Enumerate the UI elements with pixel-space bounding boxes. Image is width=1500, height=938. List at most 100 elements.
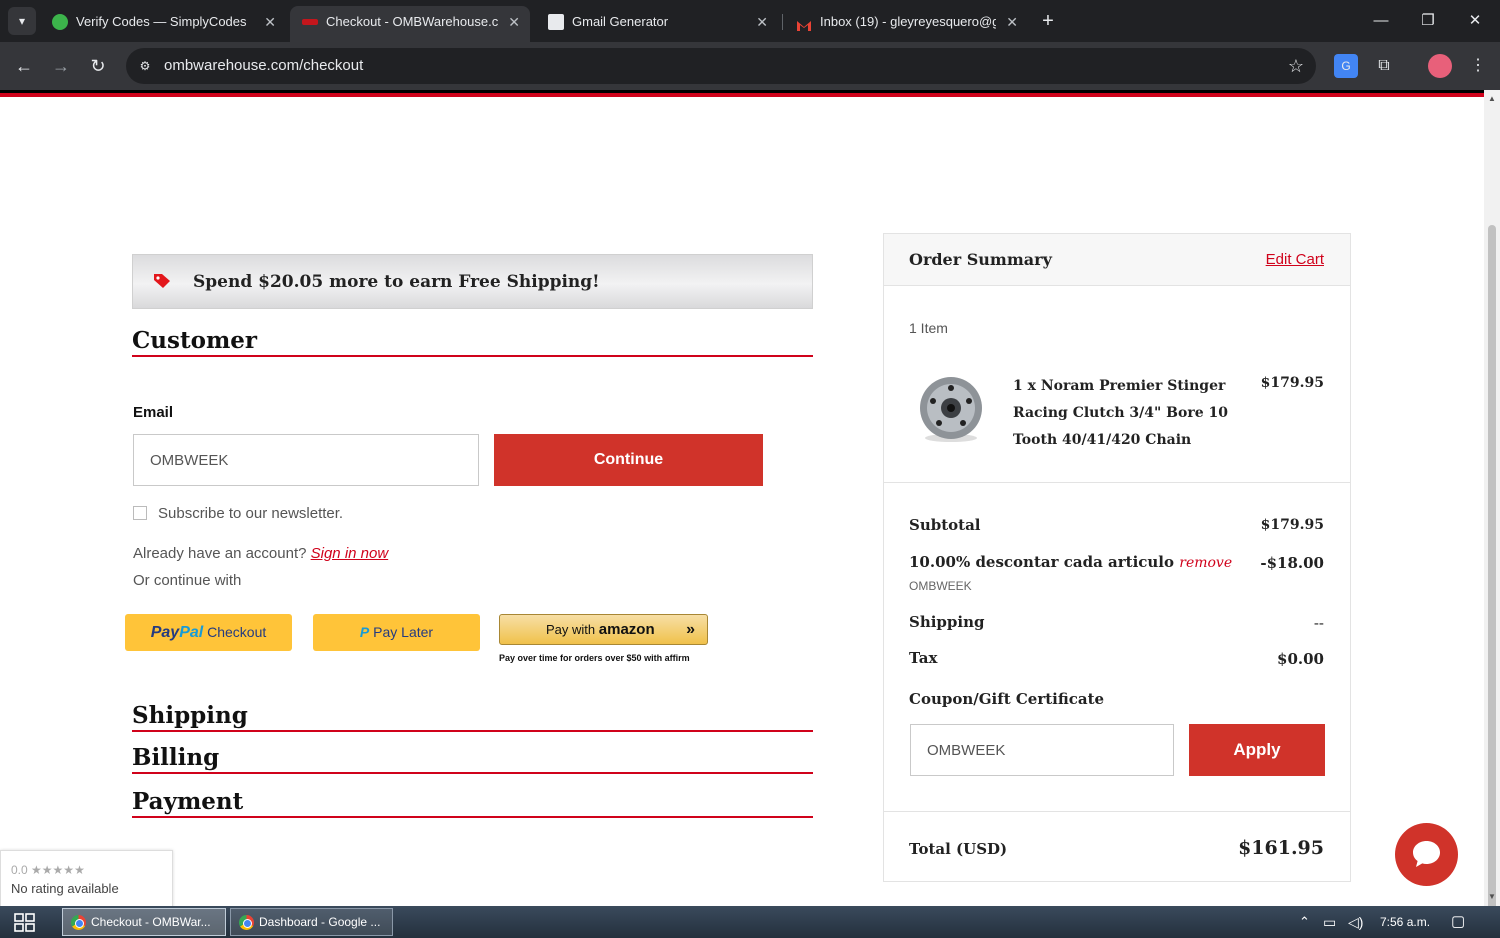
gmail-generator-icon: [548, 14, 564, 30]
address-bar[interactable]: ⚙ ombwarehouse.com/checkout ☆: [126, 48, 1316, 84]
tab-title: Verify Codes — SimplyCodes: [76, 14, 247, 29]
chrome-icon: [71, 915, 86, 930]
email-label: Email: [133, 404, 174, 421]
discount-label: 10.00% descontar cada articulo: [909, 553, 1175, 571]
start-grid-icon[interactable]: [14, 913, 36, 933]
item-count: 1 Item: [909, 320, 948, 336]
tax-value: $0.00: [1277, 650, 1324, 668]
profile-avatar[interactable]: [1428, 54, 1452, 78]
volume-icon[interactable]: ◁): [1348, 906, 1363, 938]
extensions-puzzle-icon[interactable]: ⧉: [1372, 54, 1396, 78]
notifications-icon[interactable]: ▢: [1451, 906, 1465, 938]
apply-coupon-button[interactable]: Apply: [1189, 724, 1325, 776]
rating-text: No rating available: [11, 881, 119, 896]
chat-bubble-icon: [1413, 841, 1440, 867]
shipping-value: --: [1313, 614, 1324, 632]
account-prompt-text: Already have an account?: [133, 545, 307, 562]
total-value: $161.95: [1238, 837, 1324, 859]
double-chevron-icon: »: [686, 621, 695, 638]
amazon-pay-button[interactable]: Pay with amazon »: [499, 614, 708, 645]
customer-section-title: Customer: [132, 327, 813, 357]
page-scrollbar[interactable]: ▲ ▼: [1484, 90, 1500, 935]
free-shipping-text: Spend $20.05 more to earn Free Shipping!: [193, 272, 600, 292]
show-hidden-icons-chevron-icon[interactable]: ⌃: [1299, 906, 1310, 938]
chrome-icon: [239, 915, 254, 930]
taskbar-item-dashboard[interactable]: Dashboard - Google ...: [230, 908, 393, 936]
tab-search-button[interactable]: ▾: [8, 7, 36, 35]
rating-stars-icon: ★★★★★: [31, 863, 85, 877]
tab-gmail-generator[interactable]: Gmail Generator ✕: [536, 6, 778, 42]
discount-remove-link[interactable]: remove: [1179, 555, 1232, 571]
close-window-button[interactable]: ✕: [1452, 0, 1498, 42]
browser-tab-bar: ▾ Verify Codes — SimplyCodes ✕ Checkout …: [0, 0, 1500, 42]
price-tag-icon: [153, 273, 171, 289]
tab-gmail-inbox[interactable]: Inbox (19) - gleyreyesquero@gmail.com ✕: [784, 6, 1028, 42]
bookmark-star-icon[interactable]: ☆: [1288, 48, 1304, 84]
affirm-note: Pay over time for orders over $50 with a…: [499, 653, 690, 663]
system-clock[interactable]: 7:56 a.m.: [1380, 906, 1430, 938]
edit-cart-link[interactable]: Edit Cart: [1266, 251, 1324, 268]
back-button[interactable]: ←: [12, 54, 36, 78]
newsletter-label[interactable]: Subscribe to our newsletter.: [158, 505, 343, 522]
paypal-pay-later-button[interactable]: P Pay Later: [313, 614, 480, 651]
order-summary-header: Order Summary Edit Cart: [884, 234, 1350, 286]
google-translate-icon[interactable]: G: [1334, 54, 1358, 78]
forward-button[interactable]: →: [49, 54, 73, 78]
paypal-p-icon: P: [359, 624, 370, 640]
tab-title: Checkout - OMBWarehouse.com: [326, 14, 498, 29]
coupon-field[interactable]: [910, 724, 1174, 776]
rating-score: 0.0: [11, 863, 28, 877]
email-field[interactable]: [133, 434, 479, 486]
amazon-logo: amazon: [598, 621, 655, 638]
rating-widget[interactable]: 0.0 ★★★★★ No rating available: [0, 850, 173, 908]
site-info-icon[interactable]: ⚙: [136, 57, 154, 75]
product-name: 1 x Noram Premier Stinger Racing Clutch …: [1013, 373, 1228, 454]
rating-score-row: 0.0 ★★★★★: [11, 863, 85, 877]
taskbar-item-checkout[interactable]: Checkout - OMBWar...: [62, 908, 226, 936]
order-summary-title: Order Summary: [909, 250, 1052, 269]
divider: [884, 811, 1350, 812]
sign-in-link[interactable]: Sign in now: [311, 545, 389, 562]
account-prompt: Already have an account? Sign in now: [133, 545, 388, 562]
paypal-logo-pay: Pay: [150, 624, 180, 641]
scroll-up-arrow-icon[interactable]: ▲: [1484, 92, 1500, 106]
billing-section-title[interactable]: Billing: [132, 744, 813, 774]
minimize-button[interactable]: —: [1358, 0, 1404, 42]
new-tab-button[interactable]: +: [1036, 7, 1060, 35]
restore-button[interactable]: ❐: [1405, 0, 1451, 42]
close-icon[interactable]: ✕: [508, 6, 520, 38]
tab-checkout[interactable]: Checkout - OMBWarehouse.com ✕: [290, 6, 530, 42]
reload-button[interactable]: ↻: [86, 54, 110, 78]
scrollbar-thumb[interactable]: [1488, 225, 1496, 935]
newsletter-checkbox[interactable]: [133, 506, 147, 520]
close-icon[interactable]: ✕: [264, 6, 276, 38]
gmail-icon: [796, 14, 812, 31]
tab-simplycodes[interactable]: Verify Codes — SimplyCodes ✕: [40, 6, 286, 42]
menu-kebab-icon[interactable]: ⋮: [1466, 54, 1490, 78]
shipping-section-title[interactable]: Shipping: [132, 702, 813, 732]
network-icon[interactable]: ▭: [1323, 906, 1336, 938]
total-label: Total (USD): [909, 840, 1008, 858]
continue-button[interactable]: Continue: [494, 434, 763, 486]
shipping-label: Shipping: [909, 613, 985, 631]
discount-row: 10.00% descontar cada articulo remove: [909, 553, 1232, 571]
order-summary-panel: Order Summary Edit Cart 1 Item 1 x Noram…: [883, 233, 1351, 882]
tax-label: Tax: [909, 649, 938, 667]
chat-button[interactable]: [1395, 823, 1458, 886]
ombwarehouse-icon: [302, 19, 318, 25]
taskbar-item-label: Dashboard - Google ...: [259, 915, 381, 929]
tab-title: Inbox (19) - gleyreyesquero@gmail.com: [820, 14, 996, 29]
discount-value: -$18.00: [1260, 554, 1324, 572]
browser-toolbar: ← → ↻ ⚙ ombwarehouse.com/checkout ☆ G ⧉ …: [0, 42, 1500, 90]
divider: [884, 482, 1350, 483]
product-name-line-1: 1 x Noram Premier Stinger: [1013, 378, 1226, 394]
os-taskbar: Checkout - OMBWar... Dashboard - Google …: [0, 906, 1500, 938]
paypal-checkout-label: Checkout: [207, 624, 267, 640]
product-thumbnail: [918, 374, 984, 444]
url-text[interactable]: ombwarehouse.com/checkout: [164, 48, 363, 84]
paypal-checkout-button[interactable]: PayPal Checkout: [125, 614, 292, 651]
payment-section-title[interactable]: Payment: [132, 788, 813, 818]
close-icon[interactable]: ✕: [756, 6, 768, 38]
scroll-down-arrow-icon[interactable]: ▼: [1484, 890, 1500, 904]
close-icon[interactable]: ✕: [1006, 6, 1018, 38]
